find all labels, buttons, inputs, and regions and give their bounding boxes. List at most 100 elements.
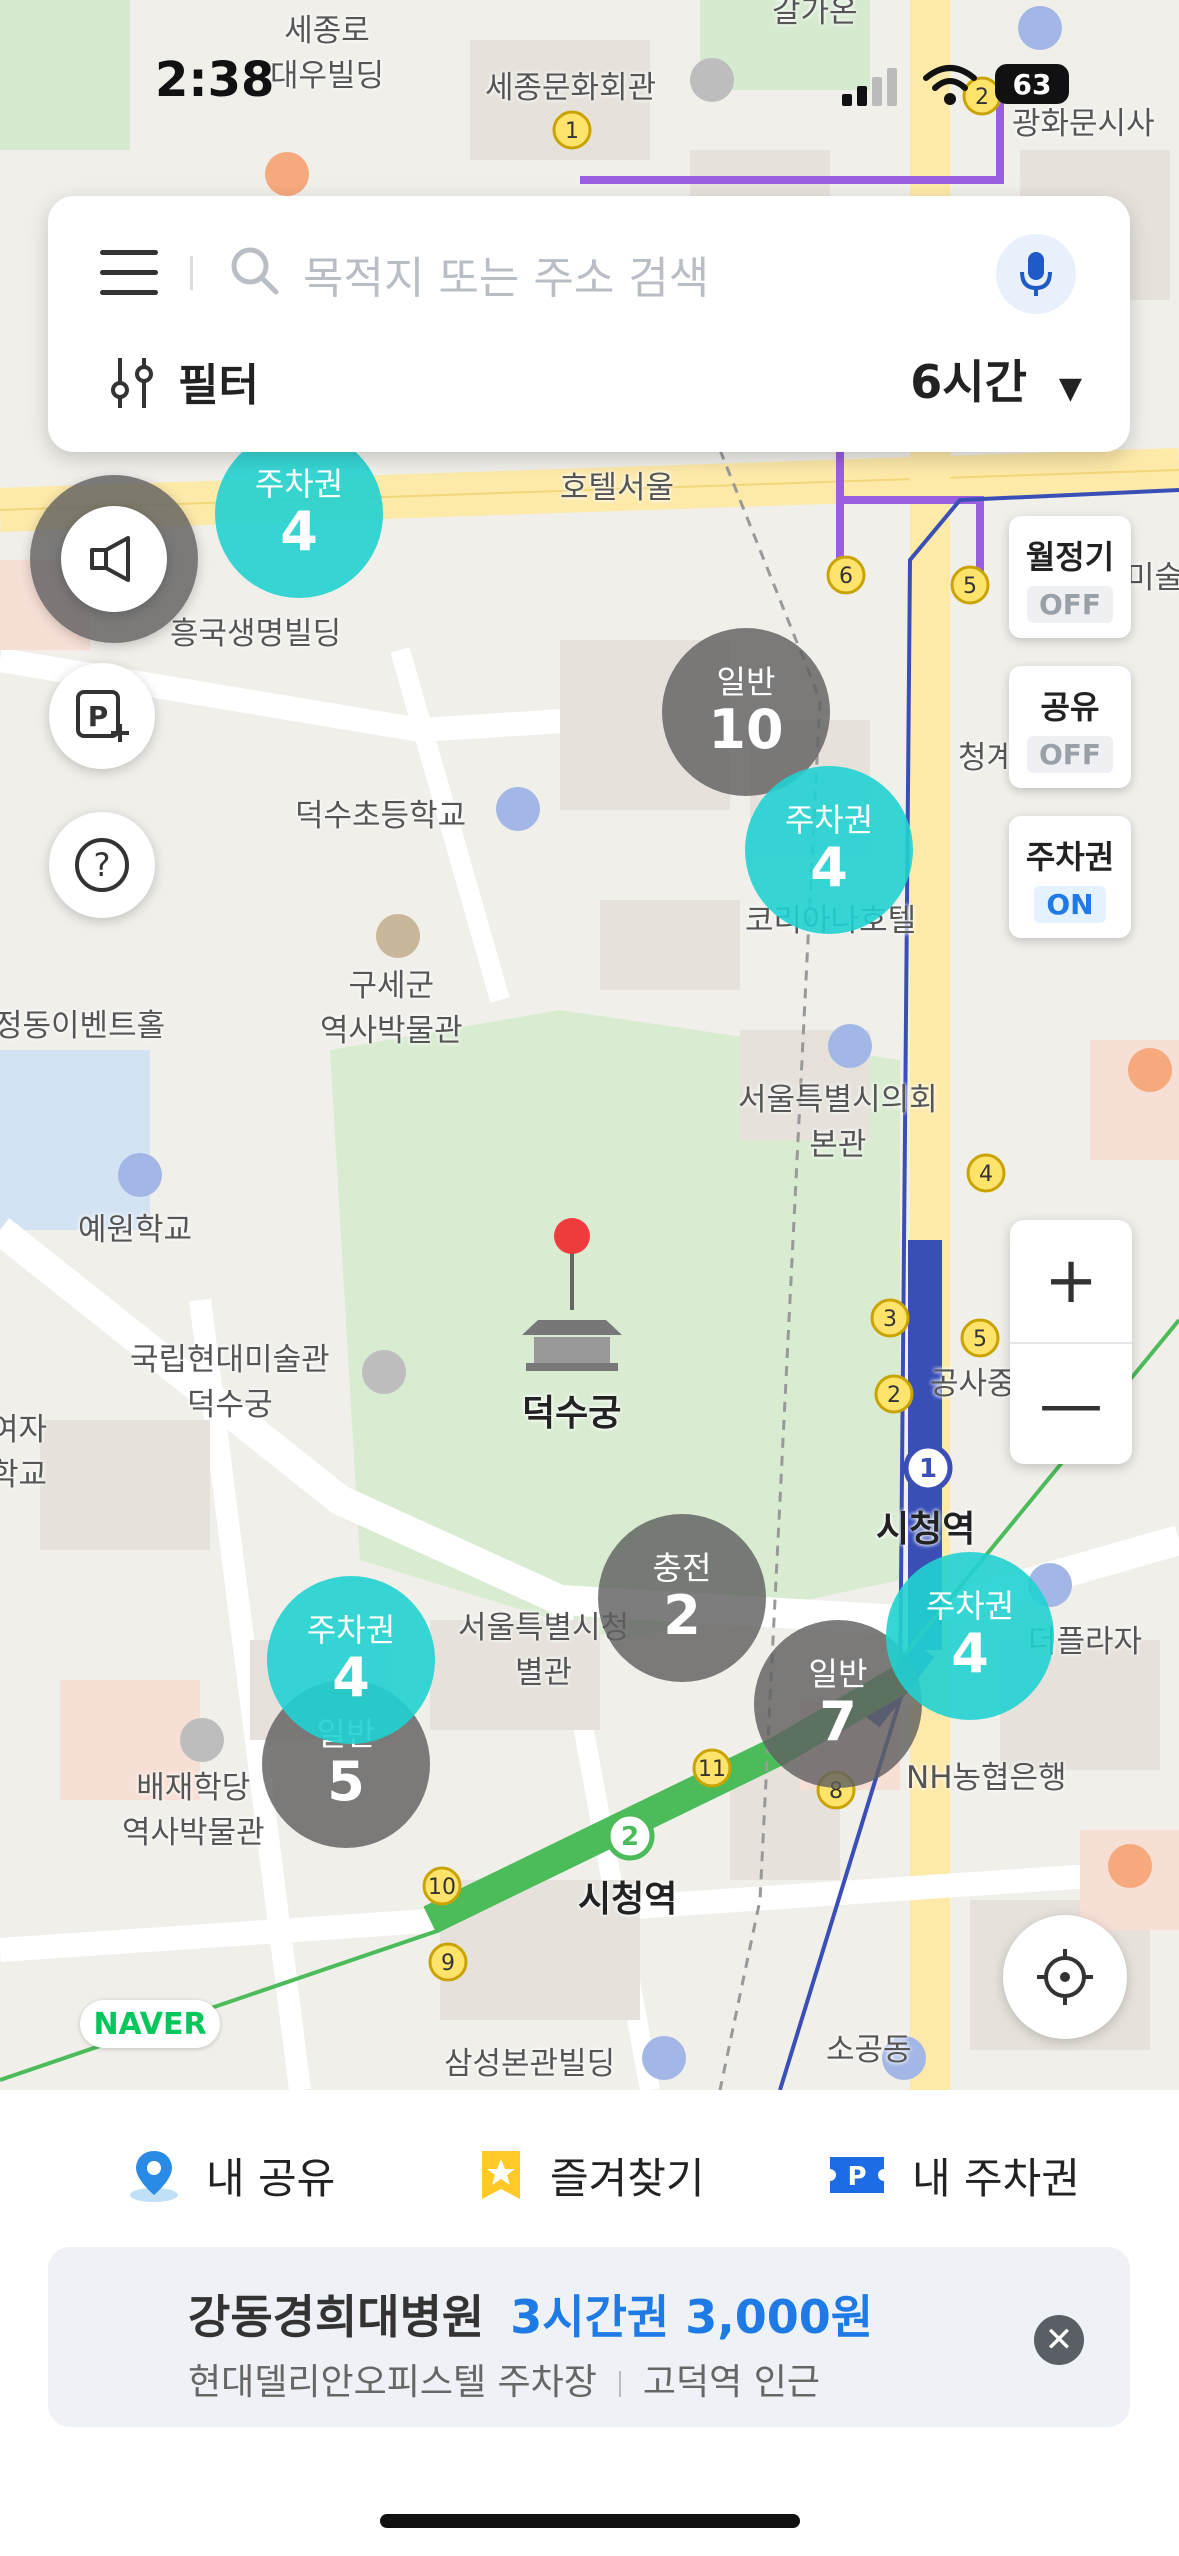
parking-bubble-ticket[interactable]: 주차권 4 xyxy=(745,766,913,934)
parking-bubble-charging[interactable]: 충전 2 xyxy=(598,1514,766,1682)
help-button[interactable]: ? xyxy=(49,812,155,918)
parking-add-icon: P xyxy=(76,690,129,742)
bubble-count: 4 xyxy=(332,1646,370,1709)
parking-bubble-ticket[interactable]: 주차권 4 xyxy=(886,1552,1054,1720)
divider xyxy=(618,2371,621,2397)
bubble-count: 4 xyxy=(280,500,318,563)
current-location-button[interactable] xyxy=(1003,1915,1127,2039)
zoom-control: + — xyxy=(1010,1220,1132,1464)
announcement-button[interactable] xyxy=(61,506,167,612)
search-card: 목적지 또는 주소 검색 필터 6시간 ▼ xyxy=(48,196,1130,452)
bubble-label: 일반 xyxy=(808,1655,868,1693)
menu-button[interactable] xyxy=(100,250,160,296)
place-name: 강동경희대병원 xyxy=(188,2290,485,2344)
tab-my-ticket[interactable]: P 내 주차권 xyxy=(828,2130,1080,2220)
toggle-monthly[interactable]: 월정기 OFF xyxy=(1009,516,1131,638)
megaphone-icon xyxy=(90,536,130,582)
poi-label: 국립현대미술관 덕수궁 xyxy=(130,1342,330,1423)
tab-label: 내 공유 xyxy=(206,2153,336,2203)
search-icon xyxy=(231,247,279,295)
toggle-label: 주차권 xyxy=(1025,838,1115,876)
card-title: 강동경희대병원 3시간권 3,000원 xyxy=(188,2281,873,2347)
bubble-count: 10 xyxy=(708,698,784,761)
caret-down-icon: ▼ xyxy=(1058,371,1082,406)
bubble-label: 충전 xyxy=(652,1549,712,1587)
nearby-station: 고덕역 인근 xyxy=(642,2362,820,2403)
parking-bubble-ticket[interactable]: 주차권 4 xyxy=(267,1576,435,1744)
filter-button[interactable]: 필터 xyxy=(178,349,259,413)
tab-label: 즐겨찾기 xyxy=(550,2153,705,2203)
bubble-label: 일반 xyxy=(716,663,776,701)
bubble-label: 주차권 xyxy=(306,1611,396,1649)
naver-logo: NAVER xyxy=(80,2000,220,2048)
bottom-tabs: 내 공유 즐겨찾기 P 내 주차권 xyxy=(0,2130,1179,2220)
tab-my-share[interactable]: 내 공유 xyxy=(128,2130,335,2220)
bottom-sheet: 내 공유 즐겨찾기 P 내 주차권 강동경희대병원 3시간권 3,000원 현대델… xyxy=(0,2090,1179,2556)
svg-text:2: 2 xyxy=(975,85,989,110)
poi-label: 세종로 대우빌딩 xyxy=(270,13,385,94)
crosshair-icon xyxy=(1037,1949,1093,2005)
poi-label-city-hall-station-2: 시청역 xyxy=(578,1879,678,1920)
svg-text:1: 1 xyxy=(919,1454,937,1484)
toggle-state: OFF xyxy=(1026,736,1114,773)
svg-text:10: 10 xyxy=(428,1875,456,1900)
add-parking-button[interactable]: P xyxy=(49,663,155,769)
poi-label: 광화문시사 xyxy=(1012,106,1155,142)
toggle-ticket[interactable]: 주차권 ON xyxy=(1009,816,1131,938)
poi-label: 배재학당 역사박물관 xyxy=(122,1770,265,1851)
poi-label: 호텔서울 xyxy=(560,470,675,506)
bubble-label: 주차권 xyxy=(784,801,874,839)
bubble-count: 4 xyxy=(951,1622,989,1685)
poi-label: 여자 학교 xyxy=(0,1412,48,1493)
notice-button-backdrop xyxy=(30,475,198,643)
poi-label: 소공동 xyxy=(826,2032,912,2068)
poi-label: 세종문화회관 xyxy=(485,70,657,106)
zoom-out-button[interactable]: — xyxy=(1010,1344,1132,1466)
toggle-label: 공유 xyxy=(1040,688,1100,726)
toggle-state: ON xyxy=(1034,886,1106,923)
svg-text:5: 5 xyxy=(963,574,977,599)
filter-icon xyxy=(111,358,153,408)
bubble-count: 7 xyxy=(819,1690,857,1753)
svg-text:2: 2 xyxy=(887,1383,901,1408)
svg-text:P: P xyxy=(88,700,109,733)
tab-favorites[interactable]: 즐겨찾기 xyxy=(478,2130,705,2220)
poi-label: 삼성본관빌딩 xyxy=(444,2046,616,2082)
poi-label: 덕수초등학교 xyxy=(295,798,467,834)
poi-label: 공사중 xyxy=(930,1366,1016,1402)
bubble-label: 주차권 xyxy=(925,1587,1015,1625)
poi-label-deoksugung: 덕수궁 xyxy=(522,1393,622,1434)
svg-text:?: ? xyxy=(94,846,111,884)
recent-ticket-card[interactable]: 강동경희대병원 3시간권 3,000원 현대델리안오피스텔 주차장 고덕역 인근 ✕ xyxy=(48,2247,1130,2427)
star-icon xyxy=(482,2151,520,2199)
svg-text:11: 11 xyxy=(698,1757,726,1782)
toggle-state: OFF xyxy=(1026,586,1114,623)
card-subtitle: 현대델리안오피스텔 주차장 고덕역 인근 xyxy=(188,2353,820,2405)
bubble-label: 주차권 xyxy=(254,465,344,503)
svg-text:3: 3 xyxy=(883,1307,897,1332)
zoom-in-button[interactable]: + xyxy=(1010,1220,1132,1344)
svg-text:5: 5 xyxy=(973,1327,987,1352)
poi-label: 미술 xyxy=(1126,560,1179,596)
parking-bubble-ticket[interactable]: 주차권 4 xyxy=(215,430,383,598)
poi-label: 예원학교 xyxy=(78,1212,193,1248)
home-indicator xyxy=(380,2514,800,2528)
ticket-price: 3시간권 3,000원 xyxy=(510,2290,874,2344)
close-icon[interactable]: ✕ xyxy=(1034,2315,1084,2365)
svg-text:6: 6 xyxy=(839,564,853,589)
voice-search-button[interactable] xyxy=(996,234,1076,314)
toggle-shared[interactable]: 공유 OFF xyxy=(1009,666,1131,788)
poi-label: 갈가온 xyxy=(772,0,858,30)
svg-text:P: P xyxy=(847,2162,866,2192)
microphone-icon xyxy=(1020,252,1052,296)
bubble-count: 5 xyxy=(327,1750,365,1813)
svg-text:4: 4 xyxy=(979,1162,993,1187)
duration-value: 6시간 xyxy=(910,355,1027,409)
poi-label: NH농협은행 xyxy=(906,1760,1067,1796)
search-input[interactable]: 목적지 또는 주소 검색 xyxy=(303,242,709,306)
duration-select[interactable]: 6시간 ▼ xyxy=(910,346,1082,412)
tab-label: 내 주차권 xyxy=(912,2153,1080,2203)
bubble-count: 4 xyxy=(810,836,848,899)
svg-text:2: 2 xyxy=(621,1822,639,1852)
parking-ticket-icon: P xyxy=(830,2157,884,2193)
